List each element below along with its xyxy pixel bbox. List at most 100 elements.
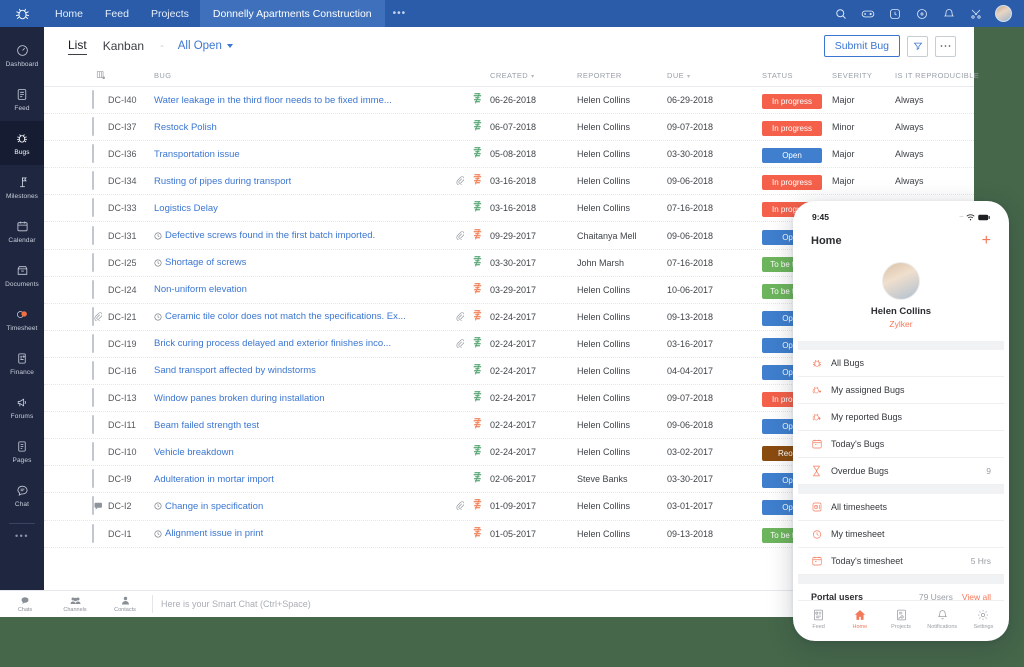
nav-item-projects[interactable]: Projects — [140, 0, 200, 27]
phone-tab-notifications[interactable]: Notifications — [922, 608, 963, 630]
row-checkbox[interactable] — [92, 388, 94, 408]
row-attachment-icon[interactable] — [91, 312, 105, 322]
th-bug[interactable]: BUG — [154, 71, 444, 80]
status-badge[interactable]: In progress — [762, 94, 822, 110]
phone-tab-settings[interactable]: Settings — [963, 608, 1004, 630]
submit-bug-button[interactable]: Submit Bug — [823, 35, 900, 57]
phone-menu-item[interactable]: My reported Bugs — [798, 404, 1004, 431]
sidebar-item-forums[interactable]: Forums — [0, 385, 44, 429]
status-badge[interactable]: In progress — [762, 121, 822, 137]
bug-title-link[interactable]: Window panes broken during installation — [154, 393, 325, 404]
bug-logo-icon[interactable] — [0, 0, 44, 27]
bug-title-link[interactable]: Water leakage in the third floor needs t… — [154, 95, 392, 106]
column-settings-icon[interactable] — [96, 67, 106, 85]
row-checkbox[interactable] — [92, 523, 94, 543]
chatbar-item-contacts[interactable]: Contacts — [100, 595, 150, 613]
th-reporter[interactable]: REPORTER — [577, 71, 667, 80]
phone-menu-item[interactable]: My timesheet — [798, 521, 1004, 548]
phone-menu-item[interactable]: Today's timesheet 5 Hrs — [798, 548, 1004, 575]
bug-title-link[interactable]: Change in specification — [165, 501, 263, 512]
filter-selector[interactable]: All Open — [178, 40, 233, 52]
funnel-icon[interactable] — [907, 35, 928, 57]
sidebar-item-bugs[interactable]: Bugs — [0, 121, 44, 165]
sidebar-item-timesheet[interactable]: Timesheet — [0, 297, 44, 341]
bug-title-link[interactable]: Adulteration in mortar import — [154, 474, 274, 485]
bug-title-link[interactable]: Shortage of screws — [165, 257, 246, 268]
bug-title-link[interactable]: Transportation issue — [154, 149, 240, 160]
ellipsis-icon[interactable] — [935, 35, 956, 57]
status-badge[interactable]: Open — [762, 148, 822, 164]
phone-menu-item[interactable]: My assigned Bugs — [798, 377, 1004, 404]
bug-title-link[interactable]: Sand transport affected by windstorms — [154, 365, 316, 376]
phone-menu-item[interactable]: All Bugs — [798, 350, 1004, 377]
attachment-icon[interactable] — [456, 172, 465, 190]
chatbar-item-chats[interactable]: Chats — [0, 595, 50, 613]
sidebar-item-chat[interactable]: Chat — [0, 473, 44, 517]
th-created[interactable]: CREATED ▾ — [490, 71, 577, 80]
bug-title-link[interactable]: Brick curing process delayed and exterio… — [154, 338, 391, 349]
avatar[interactable] — [995, 5, 1012, 22]
row-checkbox[interactable] — [92, 360, 94, 380]
attachment-icon[interactable] — [456, 335, 465, 353]
th-due[interactable]: DUE ▾ — [667, 71, 762, 80]
phone-tab-feed[interactable]: Feed — [798, 608, 839, 630]
sidebar-item-feed[interactable]: Feed — [0, 77, 44, 121]
nav-more-icon[interactable]: ••• — [385, 0, 415, 27]
phone-menu-item[interactable]: All timesheets — [798, 494, 1004, 521]
plus-icon[interactable]: + — [982, 232, 991, 248]
nav-item-feed[interactable]: Feed — [94, 0, 140, 27]
row-checkbox[interactable] — [92, 333, 94, 353]
row-comment-icon[interactable] — [91, 502, 105, 510]
attachment-icon[interactable] — [456, 227, 465, 245]
table-row[interactable]: DC-I34 Rusting of pipes during transport 0… — [44, 168, 974, 196]
game-controller-icon[interactable] — [860, 6, 875, 21]
phone-tab-home[interactable]: Home — [839, 608, 880, 630]
sidebar-item-pages[interactable]: Pages — [0, 429, 44, 473]
nav-item-project-donnelly[interactable]: Donnelly Apartments Construction — [199, 0, 385, 27]
bug-title-link[interactable]: Ceramic tile color does not match the sp… — [165, 311, 406, 322]
row-checkbox[interactable] — [92, 225, 94, 245]
bug-title-link[interactable]: Defective screws found in the first batc… — [165, 230, 375, 241]
th-status[interactable]: STATUS — [762, 71, 832, 80]
sidebar-item-finance[interactable]: Finance — [0, 341, 44, 385]
bug-title-link[interactable]: Rusting of pipes during transport — [154, 176, 291, 187]
row-checkbox[interactable] — [92, 144, 94, 164]
th-severity[interactable]: SEVERITY — [832, 71, 895, 80]
clock-icon[interactable] — [887, 6, 902, 21]
sidebar-item-calendar[interactable]: Calendar — [0, 209, 44, 253]
status-badge[interactable]: In progress — [762, 175, 822, 191]
bell-icon[interactable] — [941, 6, 956, 21]
row-checkbox[interactable] — [92, 198, 94, 218]
attachment-icon[interactable] — [456, 308, 465, 326]
chatbar-item-channels[interactable]: Channels — [50, 595, 100, 613]
bug-title-link[interactable]: Logistics Delay — [154, 203, 218, 214]
row-checkbox[interactable] — [92, 90, 94, 110]
th-reproducible[interactable]: IS IT REPRODUCIBLE — [895, 71, 995, 80]
row-checkbox[interactable] — [92, 279, 94, 299]
search-icon[interactable] — [833, 6, 848, 21]
attachment-icon[interactable] — [456, 497, 465, 515]
row-checkbox[interactable] — [92, 442, 94, 462]
phone-menu-item[interactable]: Today's Bugs — [798, 431, 1004, 458]
tab-list[interactable]: List — [68, 38, 87, 55]
sidebar-more-icon[interactable]: ••• — [0, 526, 44, 546]
row-checkbox[interactable] — [92, 117, 94, 137]
phone-tab-projects[interactable]: Projects — [880, 608, 921, 630]
bug-title-link[interactable]: Vehicle breakdown — [154, 447, 234, 458]
table-row[interactable]: DC-I40 Water leakage in the third floor n… — [44, 87, 974, 115]
row-checkbox[interactable] — [92, 171, 94, 191]
phone-menu-item[interactable]: Overdue Bugs 9 — [798, 458, 1004, 485]
bug-title-link[interactable]: Non-uniform elevation — [154, 284, 247, 295]
bug-title-link[interactable]: Alignment issue in print — [165, 528, 263, 539]
tab-kanban[interactable]: Kanban — [103, 39, 144, 53]
nav-item-home[interactable]: Home — [44, 0, 94, 27]
plus-circle-icon[interactable] — [914, 6, 929, 21]
tools-icon[interactable] — [968, 6, 983, 21]
row-checkbox[interactable] — [92, 469, 94, 489]
bug-title-link[interactable]: Restock Polish — [154, 122, 217, 133]
sidebar-item-documents[interactable]: Documents — [0, 253, 44, 297]
smart-chat-input[interactable]: Here is your Smart Chat (Ctrl+Space) — [161, 599, 311, 609]
row-checkbox[interactable] — [92, 415, 94, 435]
table-row[interactable]: DC-I37 Restock Polish 06-07-2018 Helen Coll… — [44, 114, 974, 142]
bug-title-link[interactable]: Beam failed strength test — [154, 420, 259, 431]
